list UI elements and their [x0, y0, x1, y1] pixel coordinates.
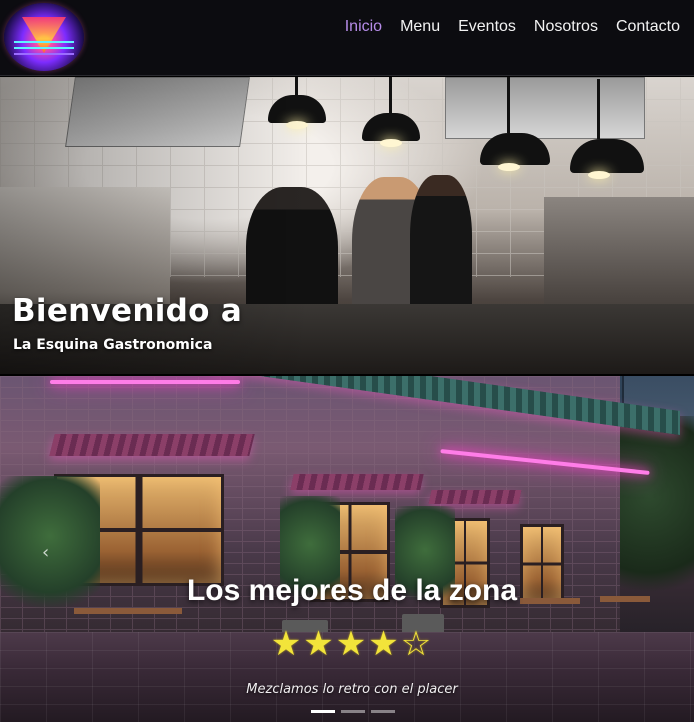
hero-section: Bienvenido a La Esquina Gastronomica [0, 77, 694, 374]
carousel-indicator[interactable] [341, 710, 365, 713]
retro-sunset-logo[interactable] [4, 3, 84, 71]
awning [428, 490, 522, 504]
neon-light [50, 380, 240, 384]
nav-link-eventos[interactable]: Eventos [458, 18, 516, 36]
carousel: ‹ Los mejores de la zona ★★★★☆ Mezclamos… [0, 376, 694, 722]
awning [49, 434, 255, 456]
awning [290, 474, 424, 490]
patio-table [74, 608, 182, 614]
hero-title: Bienvenido a [12, 293, 243, 329]
nav-link-nosotros[interactable]: Nosotros [534, 18, 598, 36]
star-filled-icon: ★ [303, 624, 336, 664]
carousel-indicator[interactable] [311, 710, 335, 713]
nav-link-contacto[interactable]: Contacto [616, 18, 680, 36]
carousel-indicators [311, 710, 395, 713]
rating-stars: ★★★★☆ [0, 624, 694, 664]
carousel-heading: Los mejores de la zona [186, 574, 518, 607]
nav-link-inicio[interactable]: Inicio [345, 18, 382, 36]
carousel-indicator[interactable] [371, 710, 395, 713]
hero-overlay [0, 77, 694, 374]
star-filled-icon: ★ [368, 624, 401, 664]
nav-link-menu[interactable]: Menu [400, 18, 440, 36]
star-empty-icon: ☆ [400, 624, 434, 664]
star-filled-icon: ★ [270, 624, 304, 664]
star-filled-icon: ★ [335, 624, 369, 664]
chevron-left-icon[interactable]: ‹ [42, 542, 49, 563]
nav-links: Inicio Menu Eventos Nosotros Contacto [345, 18, 680, 36]
carousel-caption: Mezclamos lo retro con el placer [246, 682, 458, 697]
navbar: Inicio Menu Eventos Nosotros Contacto [0, 0, 694, 76]
hero-subtitle: La Esquina Gastronomica [13, 337, 213, 353]
